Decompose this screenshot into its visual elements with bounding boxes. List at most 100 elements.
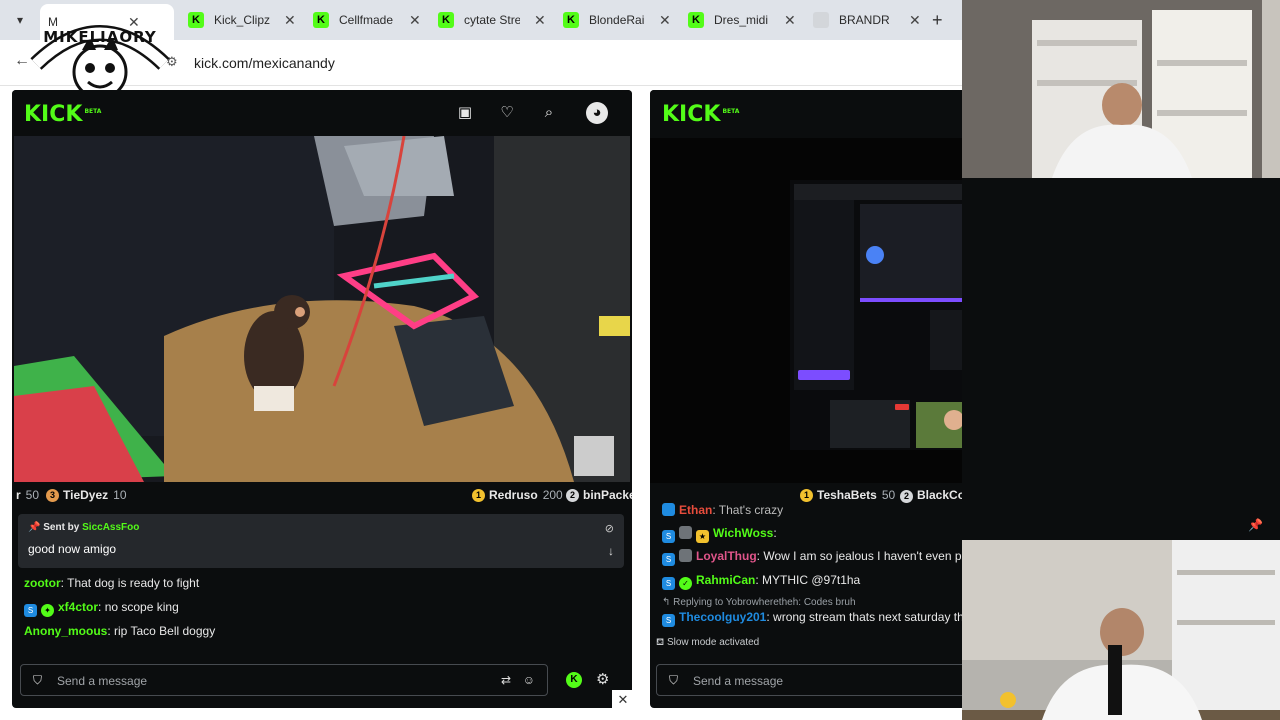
svg-text:MIKELIAORY: MIKELIAORY bbox=[43, 28, 157, 46]
subscriber-badge-icon: S bbox=[662, 530, 675, 543]
gift-badge-icon bbox=[679, 549, 692, 562]
subscriber-badge-icon bbox=[662, 503, 675, 516]
left-stream-pane: KICK BETA ▣ ♡ ⌕ ◕ r 50 3 TieDyez 10 1 Re… bbox=[12, 90, 632, 708]
kick-favicon-icon: K bbox=[688, 12, 704, 28]
tab-cytate[interactable]: K cytate Stre ✕ bbox=[438, 6, 546, 34]
tab-label: Cellfmade bbox=[339, 13, 394, 27]
expand-arrow-icon[interactable]: ↓ bbox=[608, 544, 614, 558]
tab-kick-clipz[interactable]: K Kick_Clipz ✕ bbox=[188, 6, 296, 34]
kick-logo-text: KICK bbox=[24, 102, 83, 127]
shield-icon: ⛉ bbox=[33, 673, 43, 687]
chat-username[interactable]: WichWoss bbox=[713, 526, 773, 540]
chat-username[interactable]: Thecoolguy201 bbox=[679, 610, 766, 624]
chat-input-placeholder: Send a message bbox=[57, 674, 148, 688]
shield-icon: ⛉ bbox=[669, 673, 679, 687]
gifter-count: 200 bbox=[542, 488, 563, 502]
close-icon[interactable]: ✕ bbox=[784, 12, 796, 29]
chat-input[interactable]: ⛉ Send a message ⇄ ☺ bbox=[20, 664, 548, 696]
kick-logo[interactable]: KICK BETA bbox=[662, 102, 739, 127]
tab-search-button[interactable]: ▾ bbox=[8, 8, 32, 32]
following-icon[interactable]: ▣ bbox=[456, 104, 474, 122]
gifter-count: 50 bbox=[881, 488, 896, 502]
chat-username[interactable]: Anony_moous bbox=[24, 624, 107, 638]
tab-label: Kick_Clipz bbox=[214, 13, 270, 27]
beta-tag: BETA bbox=[722, 107, 740, 115]
close-icon[interactable]: ✕ bbox=[659, 12, 671, 29]
close-icon[interactable]: ✕ bbox=[612, 690, 634, 710]
tab-label: Dres_midi bbox=[714, 13, 769, 27]
close-icon[interactable]: ✕ bbox=[909, 12, 921, 29]
new-tab-button[interactable]: + bbox=[932, 10, 943, 31]
chat-message: S Thecoolguy201: wrong stream thats next … bbox=[662, 610, 962, 627]
gifter-name: binPacke bbox=[583, 488, 632, 502]
kick-header: KICK BETA bbox=[650, 90, 962, 136]
tab-label: BlondeRai bbox=[589, 13, 645, 27]
chat-message: zootor: That dog is ready to fight bbox=[24, 576, 200, 590]
chat-message: S ✓ RahmiCan: MYTHIC @97t1ha bbox=[662, 573, 860, 590]
tab-brandr[interactable]: BRANDR ✕ bbox=[813, 6, 921, 34]
close-icon[interactable]: ✕ bbox=[534, 12, 546, 29]
gifter[interactable]: 3 TieDyez 10 bbox=[46, 488, 127, 502]
pinned-text: good now amigo bbox=[28, 542, 117, 556]
tab-label: cytate Stre bbox=[464, 13, 520, 27]
heart-icon[interactable]: ♡ bbox=[498, 104, 516, 122]
tab-cellfmade[interactable]: K Cellfmade ✕ bbox=[313, 6, 421, 34]
kick-logo-text: KICK bbox=[662, 102, 721, 127]
kick-points-icon[interactable]: K bbox=[566, 672, 582, 688]
hide-pin-icon[interactable]: ⊘ bbox=[605, 522, 614, 535]
translate-icon[interactable]: ⇄ bbox=[501, 673, 511, 687]
chat-message: S ✦ xf4ctor: no scope king bbox=[24, 600, 179, 617]
chat-message: S LoyalThug: Wow I am so jealous I haven'… bbox=[662, 549, 962, 566]
close-icon[interactable]: ✕ bbox=[409, 12, 421, 29]
rank-badge: 1 bbox=[800, 488, 813, 502]
chat-username[interactable]: Ethan bbox=[679, 503, 712, 517]
gifter[interactable]: r 50 bbox=[16, 488, 39, 502]
close-icon[interactable]: ✕ bbox=[284, 12, 296, 29]
reply-context[interactable]: ↰ Replying to Yobrowheretheh: Codes bruh bbox=[662, 597, 856, 608]
chat-text: That dog is ready to fight bbox=[67, 576, 200, 590]
kick-favicon-icon: K bbox=[563, 12, 579, 28]
settings-gear-icon[interactable]: ⚙ bbox=[596, 670, 609, 688]
sent-by-user[interactable]: SiccAssFoo bbox=[82, 522, 139, 533]
tab-dres-midi[interactable]: K Dres_midi ✕ bbox=[688, 6, 796, 34]
kick-logo[interactable]: KICK BETA bbox=[24, 102, 101, 127]
verified-badge-icon: ✓ bbox=[679, 577, 692, 590]
webcam-top bbox=[962, 0, 1280, 178]
chat-input[interactable]: ⛉ Send a message bbox=[656, 664, 962, 696]
gifter-count: 10 bbox=[113, 488, 127, 502]
user-avatar[interactable]: ◕ bbox=[586, 102, 608, 124]
chat-username[interactable]: xf4ctor bbox=[58, 600, 98, 614]
system-message: ⛾ Slow mode activated bbox=[656, 637, 760, 648]
emoji-icon[interactable]: ☺ bbox=[523, 673, 535, 687]
rank-badge: 2 bbox=[900, 489, 913, 503]
kick-favicon-icon: K bbox=[188, 12, 204, 28]
back-arrow-icon[interactable]: ← bbox=[14, 52, 30, 70]
kick-header: KICK BETA ▣ ♡ ⌕ ◕ bbox=[12, 90, 632, 136]
pinned-message: 📌 Sent by SiccAssFoo good now amigo ⊘ ↓ bbox=[18, 514, 624, 568]
right-stream-overflow: 📌 bbox=[962, 178, 1280, 540]
chat-username[interactable]: zootor bbox=[24, 576, 61, 590]
chat-username[interactable]: LoyalThug bbox=[696, 549, 757, 563]
url-field[interactable]: kick.com/mexicanandy bbox=[194, 55, 335, 71]
chat-input-placeholder: Send a message bbox=[693, 674, 784, 688]
pinned-sender: 📌 Sent by SiccAssFoo bbox=[28, 522, 140, 533]
gifter[interactable]: 2 binPacke bbox=[566, 488, 632, 502]
chat-text: rip Taco Bell doggy bbox=[114, 624, 216, 638]
gifter-count: 50 bbox=[25, 488, 40, 502]
sent-by-label: Sent by bbox=[43, 522, 80, 533]
gifter[interactable]: 1 TeshaBets 50 bbox=[800, 488, 895, 502]
subscriber-badge-icon: S bbox=[24, 604, 37, 617]
pin-icon[interactable]: 📌 bbox=[1248, 518, 1263, 532]
chat-message: Ethan: That's crazy bbox=[662, 503, 783, 517]
kick-favicon-icon: K bbox=[438, 12, 454, 28]
chat-username[interactable]: RahmiCan bbox=[696, 573, 755, 587]
gifter-name: TeshaBets bbox=[817, 488, 877, 502]
search-icon[interactable]: ⌕ bbox=[540, 104, 558, 122]
tab-blonderai[interactable]: K BlondeRai ✕ bbox=[563, 6, 671, 34]
rank-badge: 1 bbox=[472, 488, 485, 502]
webcam-bottom bbox=[962, 540, 1280, 720]
stream-video[interactable] bbox=[14, 136, 630, 482]
gifter-name: Redruso bbox=[489, 488, 538, 502]
gifter[interactable]: 1 Redruso 200 bbox=[472, 488, 563, 502]
chat-text: Wow I am so jealous I haven't even pulle… bbox=[763, 549, 962, 563]
